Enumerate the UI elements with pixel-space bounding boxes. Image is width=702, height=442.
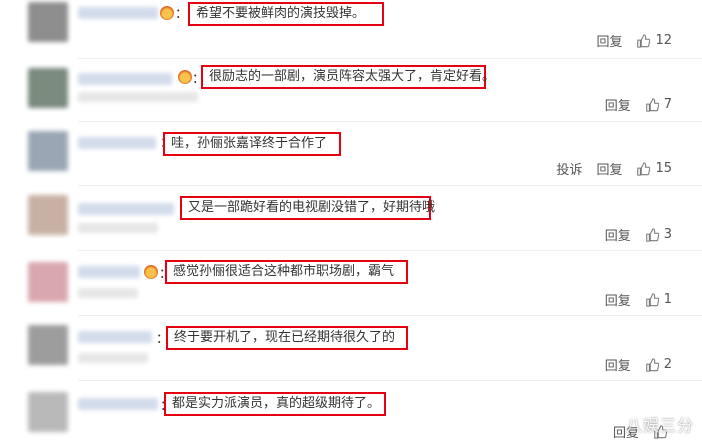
report-button[interactable]: 投诉 (556, 159, 582, 178)
reply-button[interactable]: 回复 (605, 355, 631, 374)
comment-actions: 回复 7 (605, 95, 672, 114)
avatar[interactable] (28, 262, 68, 302)
thumbs-up-icon (645, 357, 659, 372)
avatar[interactable] (28, 325, 68, 365)
avatar[interactable] (28, 2, 68, 42)
like-button[interactable]: 1 (645, 292, 672, 307)
fan-badge-icon (178, 70, 192, 84)
avatar[interactable] (28, 68, 68, 108)
like-count: 12 (655, 33, 672, 48)
thumbs-up-icon (637, 161, 651, 176)
comment-actions: 投诉 回复 15 (556, 159, 672, 178)
blurred-text (78, 92, 198, 102)
like-button[interactable]: 3 (645, 227, 672, 242)
comment-item: ： 又是一部跪好看的电视剧没错了，好期待哦 回复 3 (0, 187, 702, 249)
blurred-text (78, 288, 138, 298)
divider (78, 121, 702, 122)
like-count: 1 (663, 292, 672, 307)
username[interactable] (78, 73, 172, 85)
colon: ： (175, 7, 189, 22)
like-button[interactable]: 2 (645, 357, 672, 372)
comment-actions: 回复 3 (605, 225, 672, 244)
avatar[interactable] (28, 131, 68, 171)
comment-actions: 回复 12 (596, 31, 672, 50)
blurred-text (78, 353, 148, 363)
like-button[interactable]: 12 (636, 33, 672, 48)
like-count: 7 (663, 97, 672, 112)
comment-text: 终于要开机了，现在已经期待很久了的 (166, 326, 408, 350)
fan-badge-icon (144, 265, 158, 279)
watermark: 八娱三分 (625, 416, 694, 435)
reply-button[interactable]: 回复 (605, 95, 631, 114)
divider (78, 250, 702, 251)
comment-item: ： 很励志的一部剧，演员阵容太强大了，肯定好看。 回复 7 (0, 60, 702, 120)
thumbs-up-icon (645, 97, 659, 112)
comment-item: ： 希望不要被鲜肉的演技毁掉。 回复 12 (0, 0, 702, 58)
username[interactable] (78, 137, 156, 149)
divider (78, 315, 702, 316)
like-button[interactable]: 7 (645, 97, 672, 112)
comment-item: ： 终于要开机了，现在已经期待很久了的 回复 2 (0, 317, 702, 379)
thumbs-up-icon (637, 33, 651, 48)
divider (78, 185, 702, 186)
comment-item: ： 哇，孙俪张嘉译终于合作了 投诉 回复 15 (0, 123, 702, 183)
like-count: 3 (663, 227, 672, 242)
blurred-text (78, 223, 158, 233)
username[interactable] (78, 266, 140, 278)
reply-button[interactable]: 回复 (596, 159, 622, 178)
username[interactable] (78, 7, 158, 19)
comment-text: 又是一部跪好看的电视剧没错了，好期待哦 (180, 196, 435, 220)
comment-text: 很励志的一部剧，演员阵容太强大了，肯定好看。 (201, 65, 495, 89)
comment-text: 希望不要被鲜肉的演技毁掉。 (188, 2, 384, 26)
comment-item: ： 感觉孙俪很适合这种都市职场剧，霸气 回复 1 (0, 252, 702, 314)
like-button[interactable]: 15 (636, 161, 672, 176)
comment-text: 哇，孙俪张嘉译终于合作了 (163, 132, 341, 156)
comment-actions: 回复 2 (605, 355, 672, 374)
comment-item: ： 都是实力派演员，真的超级期待了。 回复 (0, 382, 702, 442)
username[interactable] (78, 331, 152, 343)
thumbs-up-icon (645, 292, 659, 307)
username[interactable] (78, 398, 158, 410)
thumbs-up-icon (645, 227, 659, 242)
avatar[interactable] (28, 392, 68, 432)
comment-actions: 回复 1 (605, 290, 672, 309)
divider (78, 380, 702, 381)
like-count: 15 (655, 161, 672, 176)
reply-button[interactable]: 回复 (605, 225, 631, 244)
avatar[interactable] (28, 195, 68, 235)
username[interactable] (78, 203, 174, 215)
like-count: 2 (663, 357, 672, 372)
comment-text: 都是实力派演员，真的超级期待了。 (164, 392, 386, 416)
reply-button[interactable]: 回复 (596, 31, 622, 50)
fan-badge-icon (160, 6, 174, 20)
reply-button[interactable]: 回复 (605, 290, 631, 309)
divider (78, 58, 702, 59)
comment-text: 感觉孙俪很适合这种都市职场剧，霸气 (165, 260, 408, 284)
